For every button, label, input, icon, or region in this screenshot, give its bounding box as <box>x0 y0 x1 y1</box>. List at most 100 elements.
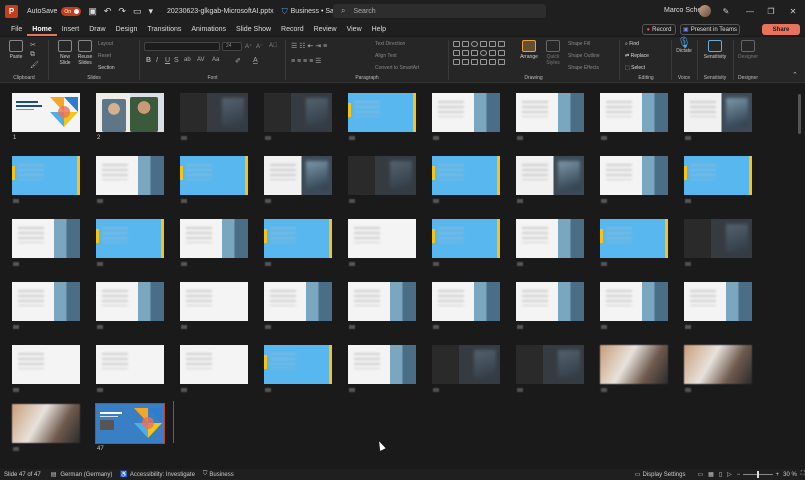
slide-thumbnail[interactable] <box>12 345 80 392</box>
slide-thumbnail[interactable] <box>96 282 164 329</box>
slide-thumbnail[interactable] <box>600 219 668 266</box>
shape-outline-button[interactable]: Shape Outline <box>568 53 600 59</box>
slide-thumbnail[interactable] <box>348 282 416 329</box>
font-color-icon[interactable]: A <box>253 57 258 64</box>
layout-button[interactable]: Layout <box>98 41 113 47</box>
slide-thumbnail[interactable] <box>600 93 668 140</box>
undo-icon[interactable]: ↶ <box>104 6 112 17</box>
slide-thumbnail[interactable] <box>264 156 332 203</box>
tab-home[interactable]: Home <box>27 23 57 36</box>
tab-slide-show[interactable]: Slide Show <box>231 23 276 36</box>
slide-thumbnail[interactable] <box>180 156 248 203</box>
underline-button[interactable]: U <box>165 57 170 64</box>
zoom-level[interactable]: 30 % <box>783 472 797 478</box>
tab-file[interactable]: File <box>6 23 27 36</box>
align-icons[interactable]: ≡ ≡ ≡ ≡ ☰ <box>291 57 321 65</box>
restore-icon[interactable]: ❐ <box>763 3 779 19</box>
reading-view-icon[interactable]: ▯ <box>719 471 722 478</box>
vertical-scrollbar[interactable] <box>794 84 805 469</box>
new-slide-button[interactable]: New Slide <box>56 40 74 66</box>
slide-thumbnail[interactable] <box>432 156 500 203</box>
zoom-slider-handle[interactable] <box>757 471 760 478</box>
slide-thumbnail[interactable] <box>180 282 248 329</box>
spellcheck-icon[interactable]: ▤ <box>51 471 57 478</box>
tab-animations[interactable]: Animations <box>186 23 231 36</box>
highlight-icon[interactable]: ✐ <box>235 57 241 65</box>
reuse-slides-button[interactable]: Reuse Slides <box>76 40 94 66</box>
slide-thumbnail[interactable] <box>180 93 248 140</box>
collapse-ribbon-icon[interactable]: ⌃ <box>792 71 798 79</box>
slide-thumbnail[interactable] <box>348 219 416 266</box>
text-shadow-icon[interactable]: ab <box>184 57 191 63</box>
slide-thumbnail[interactable] <box>12 156 80 203</box>
slide-thumbnail[interactable] <box>684 282 752 329</box>
tab-review[interactable]: Review <box>309 23 342 36</box>
slide-thumbnail[interactable] <box>348 345 416 392</box>
shrink-font-icon[interactable]: A⁻ <box>256 43 263 50</box>
slide-thumbnail[interactable] <box>96 156 164 203</box>
tab-transitions[interactable]: Transitions <box>142 23 186 36</box>
slide-thumbnail[interactable] <box>12 282 80 329</box>
font-size-field[interactable]: 24 <box>222 42 242 51</box>
font-name-field[interactable] <box>144 42 220 51</box>
slide-thumbnail[interactable] <box>516 282 584 329</box>
slide-thumbnail[interactable] <box>516 156 584 203</box>
slide-thumbnail[interactable] <box>684 345 752 392</box>
autosave-toggle[interactable]: On <box>61 7 82 16</box>
scrollbar-thumb[interactable] <box>798 94 801 134</box>
italic-button[interactable]: I <box>156 57 158 64</box>
redo-icon[interactable]: ↷ <box>118 6 126 17</box>
slide-thumbnail[interactable] <box>264 93 332 140</box>
section-button[interactable]: Section <box>98 65 115 71</box>
select-button[interactable]: ⬚ Select <box>625 65 645 71</box>
minimize-icon[interactable]: — <box>742 3 758 19</box>
tab-design[interactable]: Design <box>111 23 143 36</box>
sensitivity-label[interactable]: Business <box>209 472 233 478</box>
slide-thumbnail[interactable] <box>180 219 248 266</box>
present-in-teams-button[interactable]: ▣ Present in Teams <box>680 24 740 35</box>
slide-thumbnail[interactable] <box>96 219 164 266</box>
slide-thumbnail[interactable] <box>432 93 500 140</box>
slide-thumbnail[interactable] <box>600 156 668 203</box>
slide-thumbnail[interactable] <box>516 219 584 266</box>
slide-thumbnail[interactable] <box>684 156 752 203</box>
slide-thumbnail[interactable] <box>432 282 500 329</box>
dictate-button[interactable]: 🎙 Dictate <box>674 38 694 55</box>
pen-icon[interactable]: ✎ <box>718 3 734 19</box>
slide-thumbnail[interactable] <box>348 93 416 140</box>
customize-qat-icon[interactable]: ▾ <box>148 6 153 17</box>
display-settings[interactable]: Display Settings <box>642 472 685 478</box>
search-input[interactable]: ⌕ Search <box>333 4 546 18</box>
sensitivity-button[interactable]: Sensitivity <box>702 40 728 60</box>
slide-thumbnail[interactable]: 2 <box>96 93 164 141</box>
slide-thumbnail[interactable] <box>264 282 332 329</box>
share-button[interactable]: Share <box>762 24 800 35</box>
shapes-gallery[interactable] <box>453 41 517 75</box>
slide-sorter-view-icon[interactable]: ▦ <box>708 471 714 478</box>
slideshow-from-start-icon[interactable]: ▭ <box>133 6 142 17</box>
document-filename[interactable]: 20230623-glkgab-MicrosoftAI.pptx <box>167 8 274 15</box>
close-icon[interactable]: ✕ <box>785 3 801 19</box>
copy-icon[interactable]: ⧉ <box>30 51 35 59</box>
change-case-icon[interactable]: Aa <box>212 57 219 63</box>
format-painter-icon[interactable]: 🖌 <box>30 61 39 69</box>
arrange-button[interactable]: Arrange <box>518 40 540 60</box>
replace-button[interactable]: ⇄ Replace <box>625 53 649 59</box>
reset-button[interactable]: Reset <box>98 53 111 59</box>
slide-thumbnail[interactable]: 47 <box>95 403 165 452</box>
tab-help[interactable]: Help <box>367 23 391 36</box>
tab-insert[interactable]: Insert <box>57 23 85 36</box>
zoom-in-icon[interactable]: + <box>776 472 780 478</box>
text-direction-button[interactable]: Text Direction <box>375 41 405 47</box>
slide-thumbnail[interactable] <box>600 345 668 392</box>
slide-thumbnail[interactable] <box>516 345 584 392</box>
avatar[interactable] <box>699 5 711 17</box>
tab-draw[interactable]: Draw <box>84 23 110 36</box>
char-spacing-icon[interactable]: AV <box>197 57 205 63</box>
align-text-button[interactable]: Align Text <box>375 53 397 59</box>
strikethrough-button[interactable]: S <box>174 57 179 64</box>
slide-thumbnail[interactable] <box>432 219 500 266</box>
bullets-icon[interactable]: ☰ ☷ ⇤ ⇥ ≡ <box>291 42 327 50</box>
zoom-slider[interactable] <box>743 471 773 478</box>
slide-thumbnail[interactable] <box>96 345 164 392</box>
